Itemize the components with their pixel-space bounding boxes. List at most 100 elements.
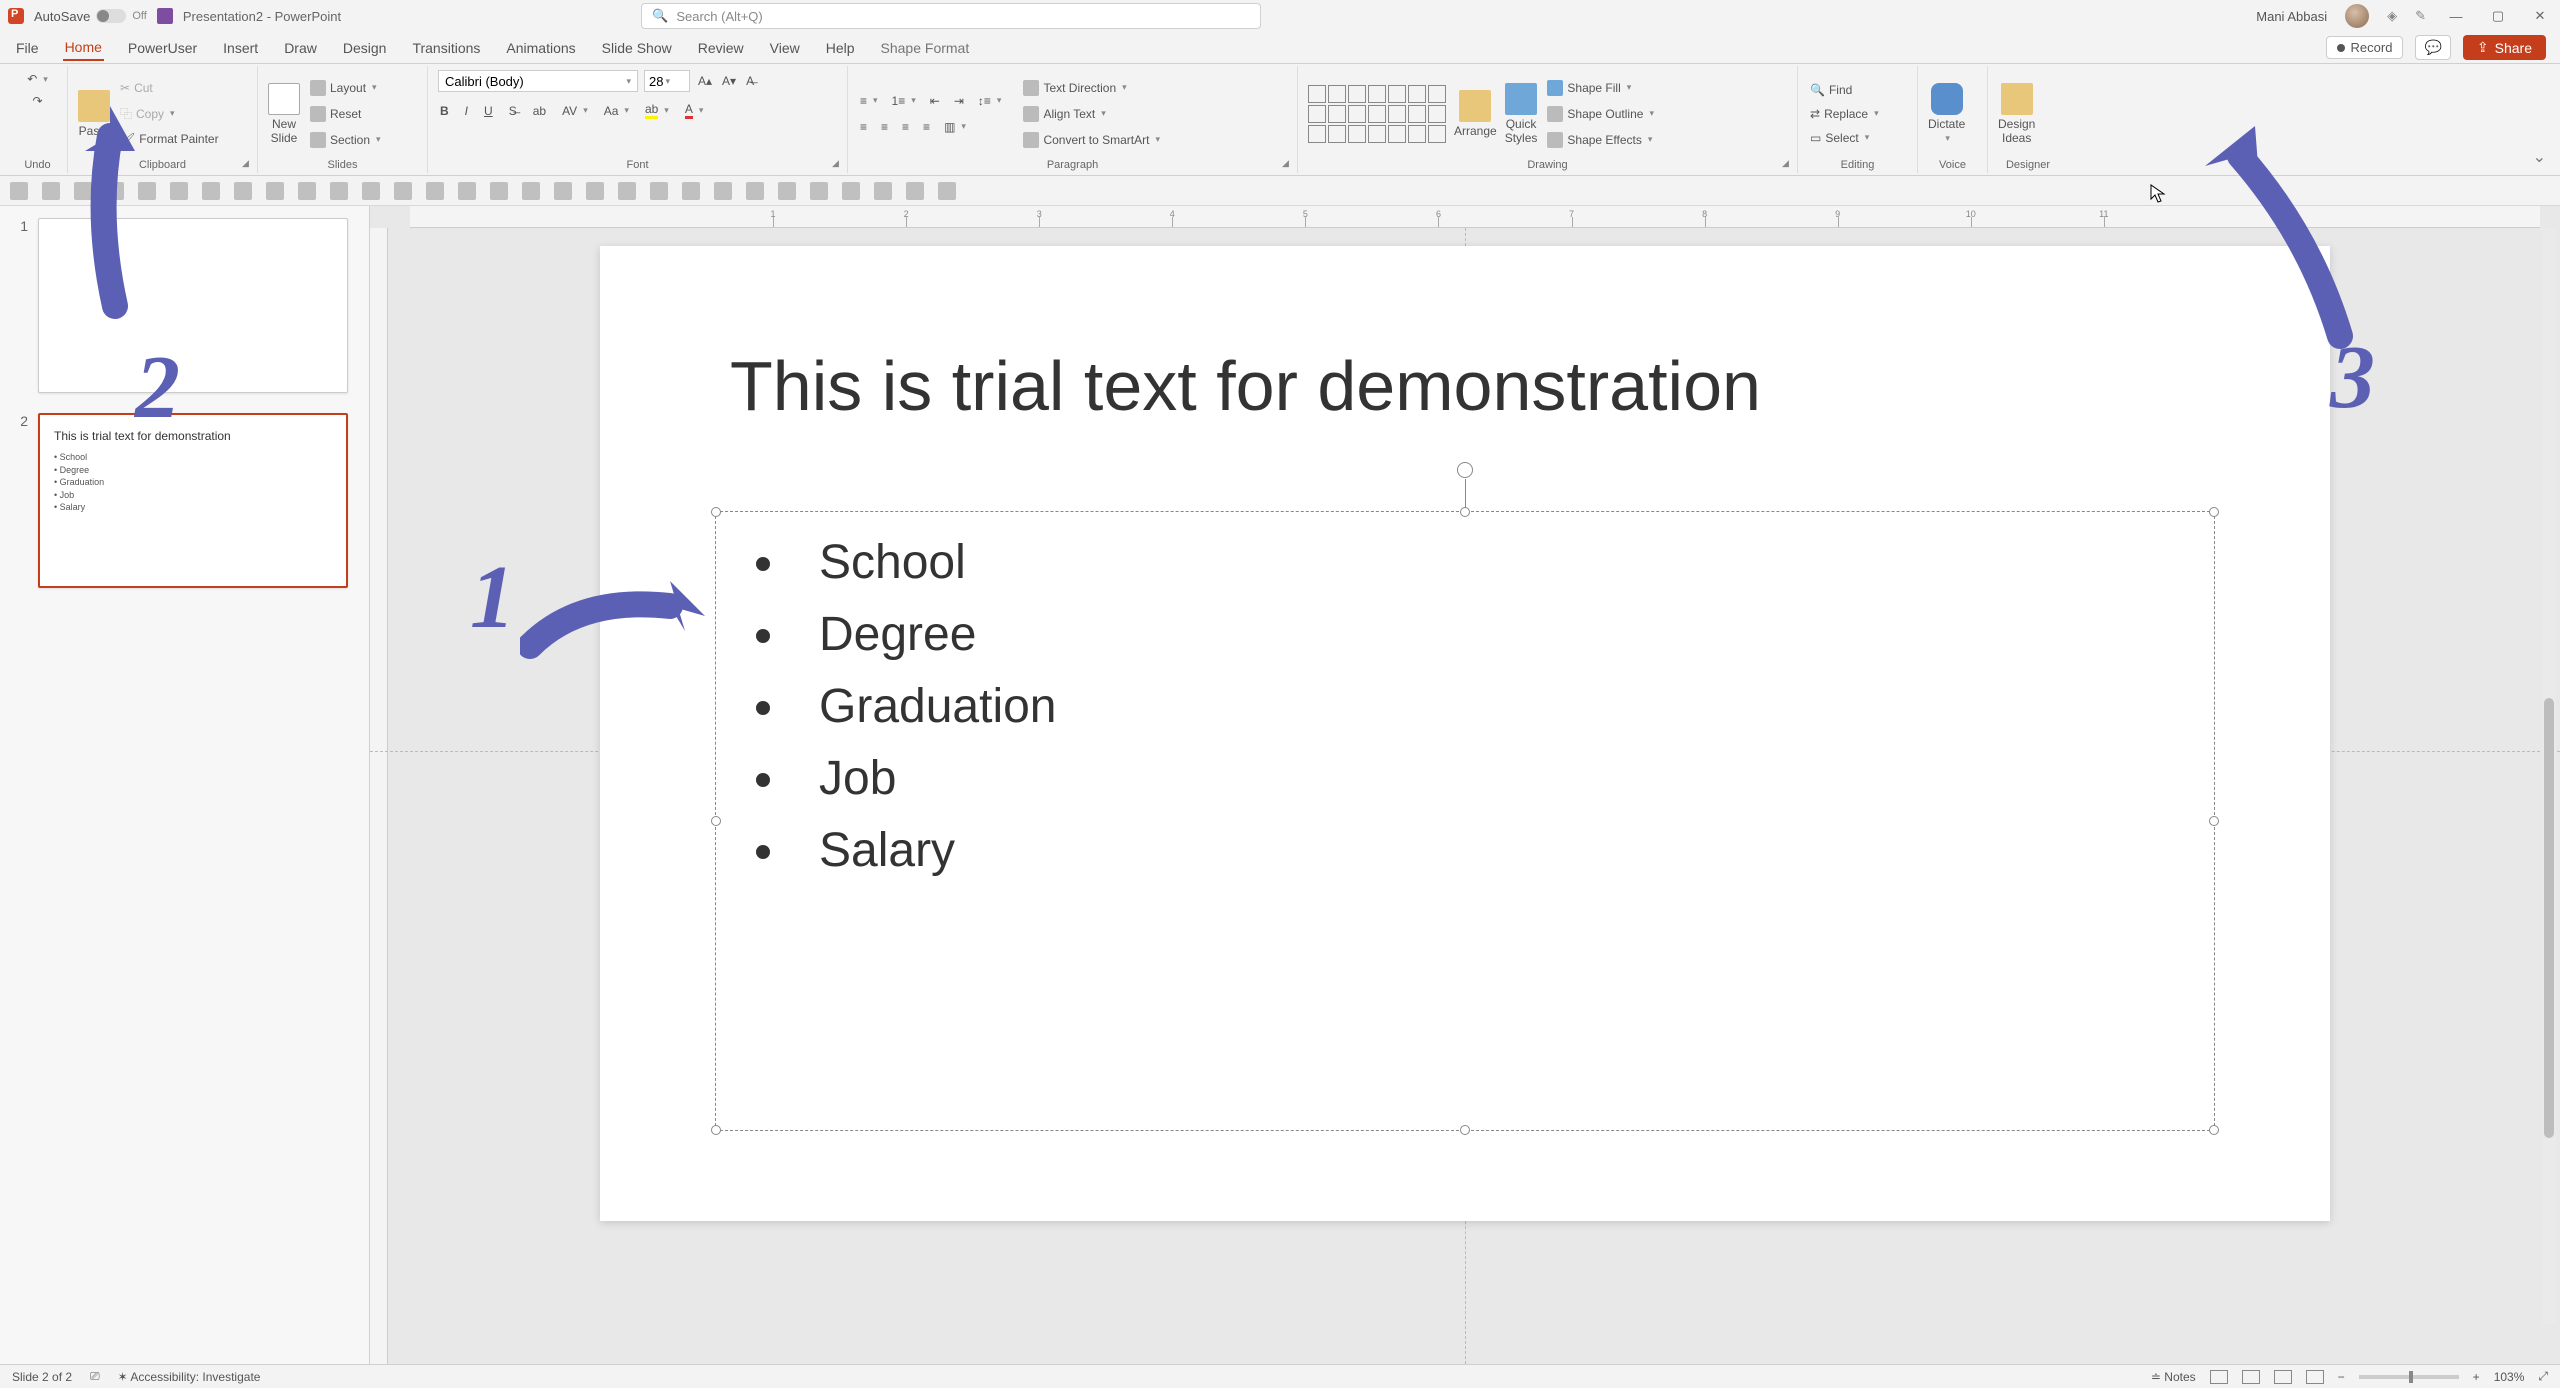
line-spacing-button[interactable]: ↕≡▾ [976, 92, 1004, 110]
align-left-button[interactable]: ≡ [858, 118, 869, 136]
justify-button[interactable]: ≡ [921, 118, 932, 136]
clipboard-launcher-icon[interactable]: ◢ [242, 158, 254, 170]
zoom-in-button[interactable]: + [2473, 1370, 2480, 1384]
design-ideas-button[interactable]: Design Ideas [1998, 83, 2035, 145]
align-right-button[interactable]: ≡ [900, 118, 911, 136]
columns-button[interactable]: ▥▾ [942, 118, 968, 136]
bullet-list[interactable]: School Degree Graduation Job Salary [716, 512, 2214, 902]
comments-button[interactable]: 💬 [2415, 35, 2450, 60]
strikethrough-button[interactable]: S̶ [507, 102, 519, 120]
zoom-level[interactable]: 103% [2494, 1370, 2525, 1384]
cut-button[interactable]: ✂Cut [118, 79, 221, 97]
close-button[interactable]: ✕ [2528, 4, 2552, 28]
increase-indent-button[interactable]: ⇥ [952, 92, 966, 110]
bullet-item[interactable]: Graduation [756, 671, 2174, 743]
resize-handle[interactable] [1460, 1125, 1470, 1135]
undo-button[interactable]: ↶▾ [25, 70, 50, 88]
bold-button[interactable]: B [438, 102, 451, 120]
vertical-scrollbar[interactable] [2542, 228, 2556, 1324]
maximize-button[interactable]: ▢ [2486, 4, 2510, 28]
shrink-font-button[interactable]: A▾ [720, 72, 738, 90]
font-size-select[interactable]: 28▾ [644, 70, 690, 92]
tab-animations[interactable]: Animations [504, 36, 577, 60]
qat-icon[interactable] [874, 182, 892, 200]
section-button[interactable]: Section▾ [308, 130, 383, 150]
slide-title-text[interactable]: This is trial text for demonstration [730, 346, 1761, 426]
reset-button[interactable]: Reset [308, 104, 383, 124]
slide-thumbnail-1[interactable] [38, 218, 348, 393]
qat-icon[interactable] [554, 182, 572, 200]
user-name[interactable]: Mani Abbasi [2256, 9, 2327, 24]
bullet-item[interactable]: Degree [756, 599, 2174, 671]
slideshow-view-button[interactable] [2306, 1370, 2324, 1384]
tab-insert[interactable]: Insert [221, 36, 260, 60]
resize-handle[interactable] [1460, 507, 1470, 517]
resize-handle[interactable] [711, 1125, 721, 1135]
qat-icon[interactable] [330, 182, 348, 200]
qat-icon[interactable] [522, 182, 540, 200]
resize-handle[interactable] [2209, 816, 2219, 826]
replace-button[interactable]: ⇄Replace▾ [1808, 105, 1881, 123]
fit-to-window-button[interactable]: ⤢ [2538, 1369, 2548, 1384]
reading-view-button[interactable] [2274, 1370, 2292, 1384]
arrange-button[interactable]: Arrange [1454, 90, 1497, 138]
qat-icon[interactable] [714, 182, 732, 200]
avatar[interactable] [2345, 4, 2369, 28]
qat-icon[interactable] [746, 182, 764, 200]
tab-transitions[interactable]: Transitions [410, 36, 482, 60]
toggle-icon[interactable] [96, 9, 126, 23]
tab-slideshow[interactable]: Slide Show [600, 36, 674, 60]
tab-review[interactable]: Review [696, 36, 746, 60]
qat-icon[interactable] [202, 182, 220, 200]
minimize-button[interactable]: — [2444, 4, 2468, 28]
qat-icon[interactable] [266, 182, 284, 200]
autosave-toggle[interactable]: AutoSave Off [34, 9, 147, 24]
paragraph-launcher-icon[interactable]: ◢ [1282, 158, 1294, 170]
select-button[interactable]: ▭Select▾ [1808, 129, 1881, 147]
normal-view-button[interactable] [2210, 1370, 2228, 1384]
align-text-button[interactable]: Align Text▾ [1021, 104, 1162, 124]
accessibility-status[interactable]: ✶ Accessibility: Investigate [118, 1370, 261, 1384]
qat-icon[interactable] [106, 182, 124, 200]
shapes-gallery[interactable] [1308, 85, 1446, 143]
qat-icon[interactable] [10, 182, 28, 200]
share-button[interactable]: ⇪Share [2463, 35, 2546, 60]
qat-icon[interactable] [394, 182, 412, 200]
qat-icon[interactable] [458, 182, 476, 200]
font-launcher-icon[interactable]: ◢ [832, 158, 844, 170]
scrollbar-thumb[interactable] [2544, 698, 2554, 1138]
coming-soon-icon[interactable]: ✎ [2415, 8, 2426, 24]
record-button[interactable]: Record [2326, 36, 2404, 59]
qat-icon[interactable] [586, 182, 604, 200]
font-name-select[interactable]: Calibri (Body)▾ [438, 70, 638, 92]
qat-icon[interactable] [810, 182, 828, 200]
find-button[interactable]: 🔍Find [1808, 81, 1881, 99]
search-input[interactable]: 🔍 Search (Alt+Q) [641, 3, 1261, 29]
qat-icon[interactable] [650, 182, 668, 200]
slide-canvas[interactable]: This is trial text for demonstration Sch… [600, 246, 2330, 1221]
layout-button[interactable]: Layout▾ [308, 78, 383, 98]
bullet-item[interactable]: Salary [756, 815, 2174, 887]
shape-fill-button[interactable]: Shape Fill▾ [1545, 78, 1656, 98]
text-direction-button[interactable]: Text Direction▾ [1021, 78, 1162, 98]
shape-effects-button[interactable]: Shape Effects▾ [1545, 130, 1656, 150]
slide-thumbnails-panel[interactable]: 1 2 This is trial text for demonstration… [0, 206, 370, 1364]
shape-outline-button[interactable]: Shape Outline▾ [1545, 104, 1656, 124]
qat-icon[interactable] [362, 182, 380, 200]
shadow-button[interactable]: ab [531, 102, 548, 120]
qat-icon[interactable] [426, 182, 444, 200]
redo-button[interactable]: ↷ [30, 92, 44, 110]
change-case-button[interactable]: Aa▾ [602, 102, 631, 120]
qat-icon[interactable] [778, 182, 796, 200]
qat-icon[interactable] [74, 182, 92, 200]
numbering-button[interactable]: 1≡▾ [890, 92, 918, 110]
notes-button[interactable]: ≐ Notes [2151, 1370, 2196, 1384]
qat-icon[interactable] [234, 182, 252, 200]
qat-icon[interactable] [298, 182, 316, 200]
tab-view[interactable]: View [768, 36, 802, 60]
tab-help[interactable]: Help [824, 36, 857, 60]
format-painter-button[interactable]: 🖌Format Painter [118, 130, 221, 148]
paste-button[interactable]: Paste [78, 90, 110, 138]
resize-handle[interactable] [2209, 507, 2219, 517]
bullet-item[interactable]: Job [756, 743, 2174, 815]
